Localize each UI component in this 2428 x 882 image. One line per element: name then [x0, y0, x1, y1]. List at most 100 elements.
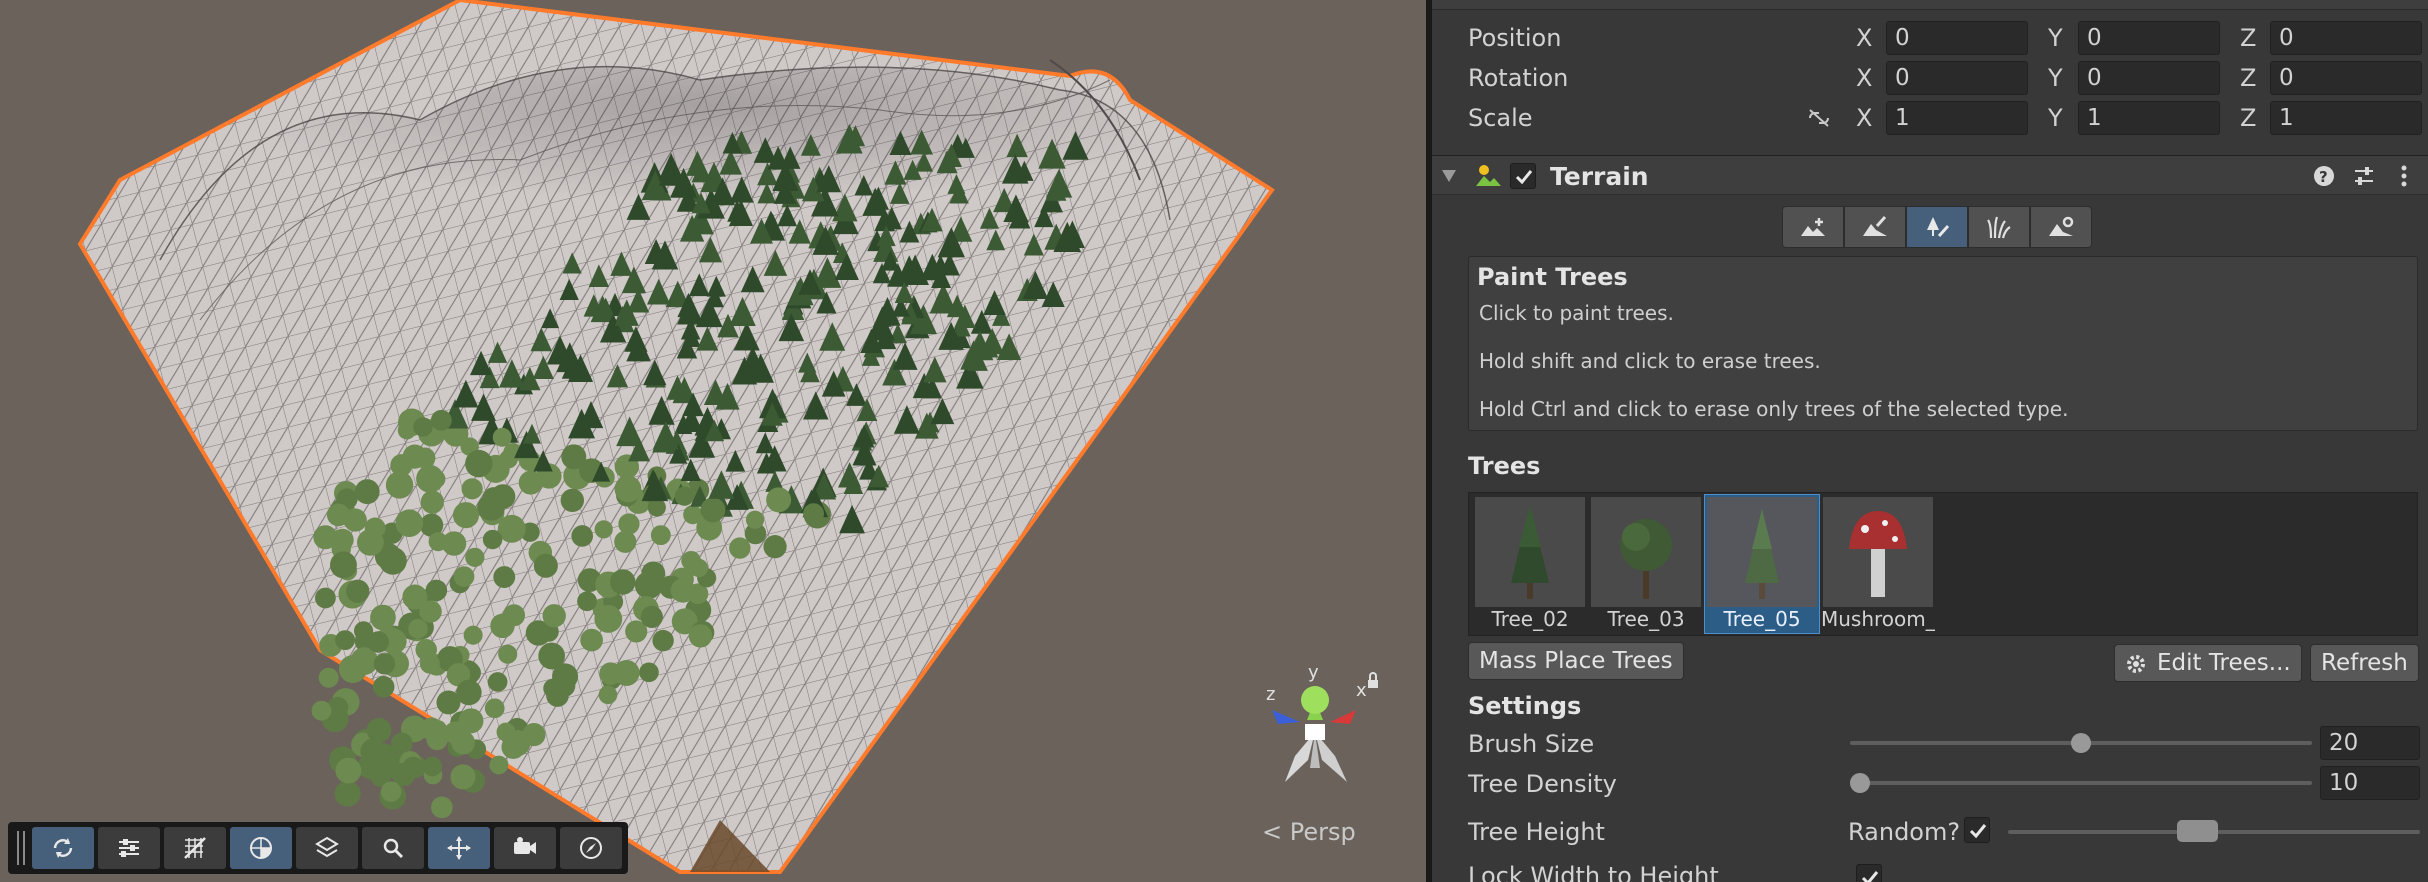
move-tool-icon — [447, 836, 471, 860]
settings-heading: Settings — [1468, 692, 1582, 720]
globe-button[interactable] — [230, 827, 292, 869]
foldout-arrow-icon[interactable] — [1440, 168, 1458, 184]
scale-z-axis: Z — [2240, 104, 2257, 132]
terrain-enabled-checkbox[interactable] — [1510, 163, 1536, 189]
scale-label: Scale — [1468, 104, 1533, 132]
projection-toggle[interactable]: < Persp — [1262, 818, 1356, 846]
sync-icon — [53, 838, 73, 858]
rotation-row: Rotation X 0 Y 0 Z 0 — [1432, 58, 2428, 98]
tree-prototype-2[interactable]: Tree_05 — [1704, 494, 1820, 634]
tree-prototype-1[interactable]: Tree_03 — [1589, 495, 1703, 633]
rotation-z-field[interactable]: 0 — [2270, 61, 2422, 95]
orientation-gizmo[interactable]: z y x — [1250, 660, 1380, 790]
tree-name: Tree_02 — [1491, 607, 1569, 631]
gizmo-z-label: z — [1266, 684, 1275, 705]
rotation-y-field[interactable]: 0 — [2078, 61, 2220, 95]
random-height-checkbox[interactable] — [1964, 817, 1990, 843]
toolbar-grip[interactable] — [14, 831, 28, 865]
search-button[interactable] — [362, 827, 424, 869]
brush-size-field[interactable]: 20 — [2320, 726, 2420, 760]
gizmo-y-label: y — [1308, 662, 1319, 683]
helpbox-title: Paint Trees — [1477, 263, 1628, 291]
edit-trees-label: Edit Trees... — [2157, 650, 2291, 676]
mass-place-trees-button[interactable]: Mass Place Trees — [1468, 642, 1684, 680]
presets-icon[interactable] — [2352, 164, 2376, 188]
terrain-settings-tool-button[interactable] — [2030, 206, 2092, 248]
terrain-mesh[interactable] — [0, 0, 1426, 882]
position-row: Position X 0 Y 0 Z 0 — [1432, 18, 2428, 58]
tree-height-label: Tree Height — [1468, 818, 1605, 846]
rotation-x-field[interactable]: 0 — [1886, 61, 2028, 95]
tree-density-slider[interactable] — [1850, 781, 2312, 785]
helpbox-line: Click to paint trees. — [1479, 301, 1674, 325]
sliders-button[interactable] — [98, 827, 160, 869]
paint-trees-icon — [1927, 217, 1950, 238]
position-y-field[interactable]: 0 — [2078, 21, 2220, 55]
paint-details-icon — [1987, 216, 2011, 239]
tree-prototype-grid: Tree_02 Tree_03 Tree_05 Mushroom_0 — [1468, 492, 2418, 636]
refresh-button[interactable]: Refresh — [2310, 644, 2419, 682]
raise-terrain-tool-button[interactable] — [1782, 206, 1844, 248]
scene-toolbar — [8, 822, 628, 874]
search-icon — [383, 838, 404, 859]
position-x-axis: X — [1856, 24, 1873, 52]
paint-trees-helpbox: Paint Trees Click to paint trees. Hold s… — [1468, 256, 2418, 431]
camera-button[interactable] — [494, 827, 556, 869]
rotation-z-axis: Z — [2240, 64, 2257, 92]
camera-icon — [514, 837, 536, 854]
tree-density-label: Tree Density — [1468, 770, 1617, 798]
terrain-settings-icon — [2049, 216, 2074, 236]
position-z-field[interactable]: 0 — [2270, 21, 2422, 55]
kebab-menu-icon[interactable] — [2392, 164, 2416, 188]
layers-icon — [315, 836, 339, 858]
sliders-icon — [119, 839, 139, 857]
brush-size-slider-knob[interactable] — [2071, 733, 2091, 753]
tree-thumbnail — [1475, 497, 1585, 607]
position-z-axis: Z — [2240, 24, 2257, 52]
paint-details-tool-button[interactable] — [1968, 206, 2030, 248]
help-icon[interactable]: ? — [2312, 164, 2336, 188]
tree-thumbnail — [1591, 497, 1701, 607]
sync-button[interactable] — [32, 827, 94, 869]
compass-button[interactable] — [560, 827, 622, 869]
raise-terrain-icon — [1801, 218, 1825, 236]
scene-view[interactable]: z y x < Persp — [0, 0, 1426, 882]
helpbox-line: Hold shift and click to erase trees. — [1479, 349, 1821, 373]
header-strip — [1432, 0, 2428, 10]
position-x-field[interactable]: 0 — [1886, 21, 2028, 55]
tree-prototype-3[interactable]: Mushroom_0 — [1821, 495, 1935, 633]
random-label: Random? — [1848, 818, 1961, 846]
inspector-panel: Position X 0 Y 0 Z 0 Rotation X 0 Y 0 Z … — [1432, 0, 2428, 882]
terrain-component-header[interactable]: Terrain ? — [1432, 155, 2428, 195]
scale-x-axis: X — [1856, 104, 1873, 132]
grid-brush-icon — [184, 837, 206, 859]
scale-z-field[interactable]: 1 — [2270, 101, 2422, 135]
tree-density-slider-knob[interactable] — [1850, 773, 1870, 793]
tree-prototype-0[interactable]: Tree_02 — [1473, 495, 1587, 633]
gear-icon — [2127, 655, 2145, 673]
lock-width-label: Lock Width to Height — [1468, 862, 1719, 882]
tree-thumbnail — [1823, 497, 1933, 607]
paint-trees-tool-button[interactable] — [1906, 206, 1968, 248]
terrain-title: Terrain — [1550, 162, 1649, 191]
lock-width-checkbox[interactable] — [1856, 864, 1882, 882]
move-tool-button[interactable] — [428, 827, 490, 869]
constrain-proportions-icon[interactable] — [1806, 108, 1832, 128]
scale-y-field[interactable]: 1 — [2078, 101, 2220, 135]
terrain-icon — [1476, 165, 1501, 186]
paint-terrain-icon — [1863, 216, 1887, 236]
edit-trees-button[interactable]: Edit Trees... — [2114, 644, 2302, 682]
lock-icon[interactable] — [1368, 672, 1378, 688]
helpbox-line: Hold Ctrl and click to erase only trees … — [1479, 397, 2069, 421]
rotation-y-axis: Y — [2048, 64, 2063, 92]
paint-terrain-tool-button[interactable] — [1844, 206, 1906, 248]
scale-row: Scale X 1 Y 1 Z 1 — [1432, 98, 2428, 138]
grid-brush-button[interactable] — [164, 827, 226, 869]
layers-button[interactable] — [296, 827, 358, 869]
tree-height-range-handle[interactable] — [2176, 820, 2219, 842]
tree-name: Tree_03 — [1607, 607, 1685, 631]
tree-density-field[interactable]: 10 — [2320, 766, 2420, 800]
scale-y-axis: Y — [2048, 104, 2063, 132]
scale-x-field[interactable]: 1 — [1886, 101, 2028, 135]
chevron-left-icon: < — [1262, 818, 1283, 846]
